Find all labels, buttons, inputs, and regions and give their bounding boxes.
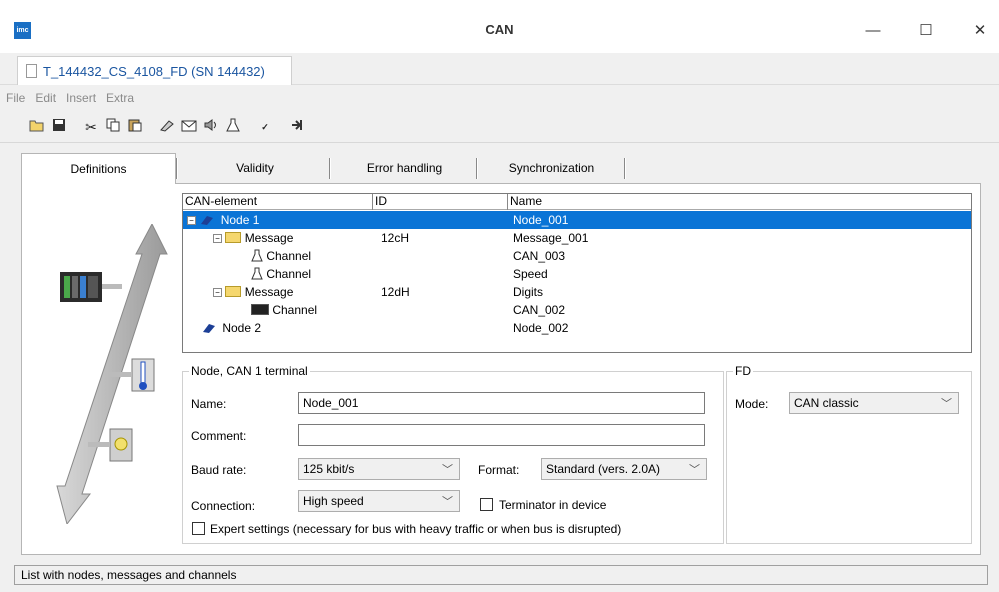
baud-rate-select[interactable]: 125 kbit/s ﹀ <box>298 458 460 480</box>
name-input[interactable] <box>298 392 705 414</box>
tree-row-message-1[interactable]: − Message 12cH Message_001 <box>183 229 971 247</box>
can-check-icon[interactable]: ✓ <box>254 116 276 138</box>
analog-channel-icon <box>251 267 263 280</box>
tree-header: CAN-element ID Name <box>183 194 971 210</box>
message-icon <box>225 232 242 243</box>
maximize-button[interactable]: ☐ <box>911 18 941 44</box>
mode-select[interactable]: CAN classic ﹀ <box>789 392 959 414</box>
baud-rate-label: Baud rate: <box>191 463 247 477</box>
node-icon <box>203 324 215 333</box>
col-can-element[interactable]: CAN-element <box>183 194 373 210</box>
close-button[interactable]: ✕ <box>965 18 995 44</box>
tab-error-handling[interactable]: Error handling <box>332 153 477 183</box>
menu-extra[interactable]: Extra <box>106 91 134 105</box>
device-module-icon <box>60 272 102 302</box>
menu-bar: File Edit Insert Extra <box>0 85 999 110</box>
node-settings-group: Node, CAN 1 terminal Name: Comment: Baud… <box>182 364 724 544</box>
channel-icon[interactable] <box>222 116 244 138</box>
node-icon <box>201 216 214 225</box>
node-icon[interactable] <box>156 116 178 138</box>
digital-channel-icon <box>251 304 269 315</box>
tab-validity[interactable]: Validity <box>179 153 331 183</box>
paste-icon[interactable] <box>124 116 146 138</box>
tree-row-message-2[interactable]: − Message 12dH Digits <box>183 283 971 301</box>
title-bar: imc CAN — ☐ ✕ <box>0 0 999 53</box>
collapse-icon[interactable]: − <box>213 234 222 243</box>
sensor-device-icon <box>109 428 133 462</box>
terminator-checkbox[interactable] <box>480 498 493 511</box>
cut-icon[interactable]: ✂ <box>80 116 102 138</box>
terminator-label[interactable]: Terminator in device <box>499 498 606 512</box>
name-label: Name: <box>191 397 227 411</box>
window-title: CAN <box>485 22 514 37</box>
comment-label: Comment: <box>191 429 247 443</box>
document-tab[interactable]: T_144432_CS_4108_FD (SN 144432) <box>17 56 292 85</box>
document-tab-label: T_144432_CS_4108_FD (SN 144432) <box>43 63 265 79</box>
chevron-down-icon: ﹀ <box>442 496 453 508</box>
menu-file[interactable]: File <box>6 91 25 105</box>
save-icon[interactable] <box>48 116 70 138</box>
can-element-tree[interactable]: CAN-element ID Name − Node 1 Node_001 − … <box>182 193 972 353</box>
format-label: Format: <box>478 463 520 477</box>
node-group-title: Node, CAN 1 terminal <box>189 364 310 378</box>
tab-strip: Definitions Validity Error handling Sync… <box>21 153 981 184</box>
menu-insert[interactable]: Insert <box>66 91 96 105</box>
message-icon[interactable] <box>178 116 200 138</box>
status-bar: List with nodes, messages and channels <box>14 565 988 585</box>
collapse-icon[interactable]: − <box>213 288 222 297</box>
tree-row-channel-speed[interactable]: Channel Speed <box>183 265 971 283</box>
document-icon <box>26 64 37 78</box>
export-icon[interactable] <box>286 116 308 138</box>
speaker-icon[interactable] <box>200 116 222 138</box>
open-icon[interactable] <box>26 116 48 138</box>
comment-input[interactable] <box>298 424 705 446</box>
expert-settings-label[interactable]: Expert settings (necessary for bus with … <box>210 522 621 536</box>
definitions-panel: CAN-element ID Name − Node 1 Node_001 − … <box>21 183 981 555</box>
toolbar: ✂ ✓ <box>0 111 999 143</box>
chevron-down-icon: ﹀ <box>442 464 453 476</box>
mode-label: Mode: <box>735 397 769 411</box>
chevron-down-icon: ﹀ <box>941 398 952 410</box>
can-bus-diagram <box>56 224 168 524</box>
tree-row-channel-can002[interactable]: Channel CAN_002 <box>183 301 971 319</box>
connection-label: Connection: <box>191 499 256 513</box>
minimize-button[interactable]: — <box>858 18 888 44</box>
fd-group-title: FD <box>733 364 753 378</box>
copy-icon[interactable] <box>102 116 124 138</box>
fd-group: FD Mode: CAN classic ﹀ <box>726 364 972 544</box>
tab-synchronization[interactable]: Synchronization <box>479 153 624 183</box>
col-name[interactable]: Name <box>508 194 973 210</box>
analog-channel-icon <box>251 249 263 262</box>
col-id[interactable]: ID <box>373 194 508 210</box>
format-select[interactable]: Standard (vers. 2.0A) ﹀ <box>541 458 707 480</box>
connection-select[interactable]: High speed ﹀ <box>298 490 460 512</box>
menu-edit[interactable]: Edit <box>35 91 56 105</box>
tree-row-node-2[interactable]: Node 2 Node_002 <box>183 319 971 337</box>
tree-row-node-1[interactable]: − Node 1 Node_001 <box>183 211 971 229</box>
tab-definitions[interactable]: Definitions <box>21 153 176 184</box>
tree-row-channel-can003[interactable]: Channel CAN_003 <box>183 247 971 265</box>
expert-settings-checkbox[interactable] <box>192 522 205 535</box>
thermometer-device-icon <box>131 358 155 392</box>
chevron-down-icon: ﹀ <box>689 464 700 476</box>
message-icon <box>225 286 242 297</box>
collapse-icon[interactable]: − <box>187 216 196 225</box>
document-tab-bar: T_144432_CS_4108_FD (SN 144432) <box>0 53 999 85</box>
